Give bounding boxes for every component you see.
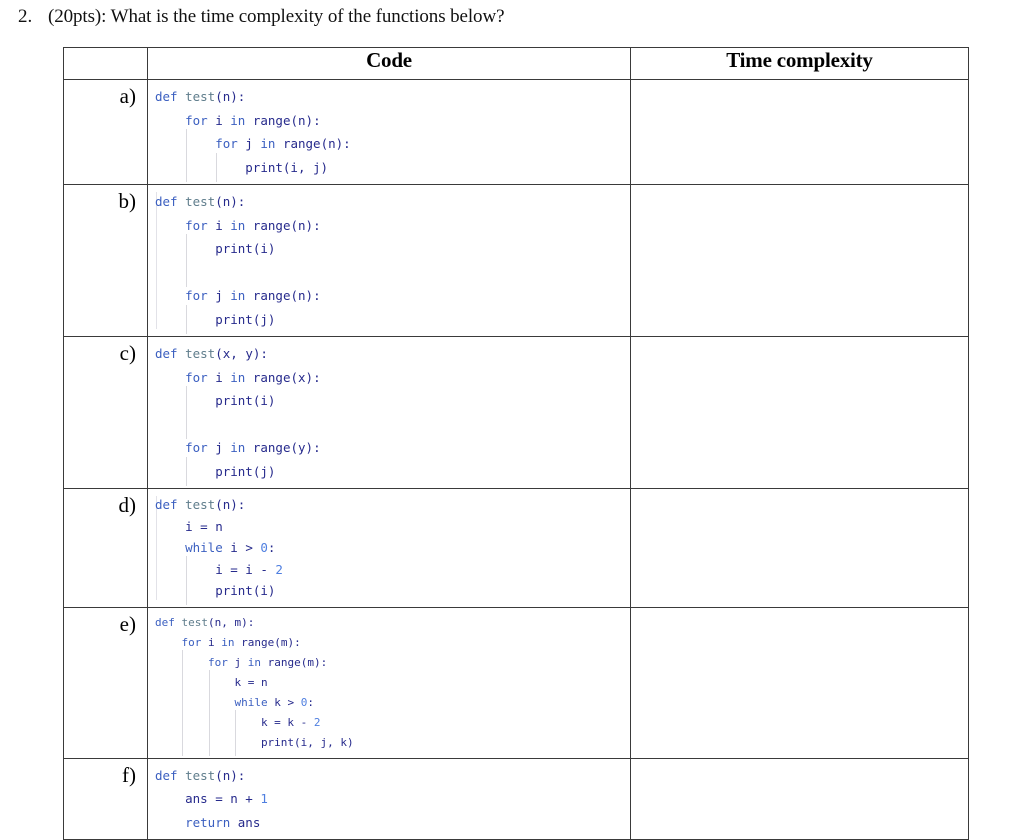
code-block-e: def test(n, m): for i in range(m): for j… (155, 613, 630, 756)
table-row: a) def test(n): for i in range(n): for j… (63, 79, 969, 185)
code-cell-e: def test(n, m): for i in range(m): for j… (147, 606, 631, 759)
table-row: f) def test(n): ans = n + 1 return ans (63, 757, 969, 840)
code-block-d: def test(n): i = n while i > 0: i = i - … (155, 494, 630, 604)
header-answer-column: Time complexity (630, 47, 969, 80)
code-cell-b: def test(n): for i in range(n): print(i)… (147, 184, 631, 337)
header-code-column: Code (147, 47, 631, 80)
answer-cell-d[interactable] (630, 488, 969, 608)
answer-cell-c[interactable] (630, 336, 969, 489)
code-block-a: def test(n): for i in range(n): for j in… (155, 85, 630, 182)
row-label-d: d) (63, 488, 148, 608)
question-text: (20pts): What is the time complexity of … (48, 6, 505, 27)
answer-cell-f[interactable] (630, 757, 969, 840)
row-label-a: a) (63, 79, 148, 185)
code-block-c: def test(x, y): for i in range(x): print… (155, 342, 630, 486)
code-block-b: def test(n): for i in range(n): print(i)… (155, 190, 630, 334)
table-row: c) def test(x, y): for i in range(x): pr… (63, 336, 969, 489)
header-label-column (63, 47, 148, 80)
row-label-b: b) (63, 184, 148, 337)
question-number: 2. (18, 6, 33, 27)
code-complexity-table: Code Time complexity a) def test(n): for… (63, 47, 969, 840)
question-prompt: 2. (20pts): What is the time complexity … (18, 6, 505, 28)
table-body: a) def test(n): for i in range(n): for j… (63, 79, 969, 840)
exam-question-page: 2. (20pts): What is the time complexity … (0, 0, 1024, 840)
code-cell-c: def test(x, y): for i in range(x): print… (147, 336, 631, 489)
row-label-f: f) (63, 757, 148, 840)
code-cell-a: def test(n): for i in range(n): for j in… (147, 79, 631, 185)
row-label-e: e) (63, 606, 148, 759)
table-header-row: Code Time complexity (63, 47, 969, 80)
answer-cell-b[interactable] (630, 184, 969, 337)
code-cell-f: def test(n): ans = n + 1 return ans (147, 757, 631, 840)
answer-cell-a[interactable] (630, 79, 969, 185)
row-label-c: c) (63, 336, 148, 489)
table-row: e) def test(n, m): for i in range(m): fo… (63, 606, 969, 759)
table-row: d) def test(n): i = n while i > 0: i = i… (63, 488, 969, 608)
code-block-f: def test(n): ans = n + 1 return ans (155, 767, 268, 830)
table-row: b) def test(n): for i in range(n): print… (63, 184, 969, 337)
answer-cell-e[interactable] (630, 606, 969, 759)
table-header: Code Time complexity (63, 47, 969, 80)
code-cell-d: def test(n): i = n while i > 0: i = i - … (147, 488, 631, 608)
